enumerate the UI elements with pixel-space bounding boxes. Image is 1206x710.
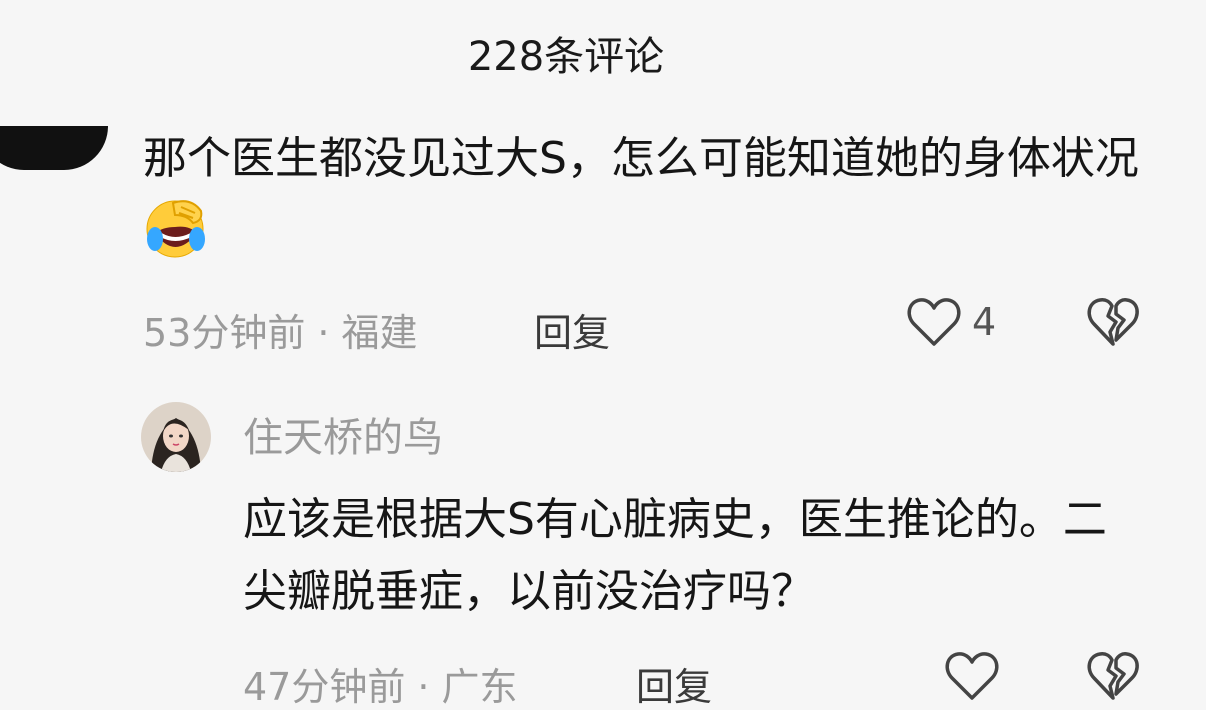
username[interactable]: 住天桥的鸟 bbox=[243, 405, 443, 463]
dislike-broken-heart-icon[interactable] bbox=[1086, 650, 1140, 702]
like-count: 4 bbox=[972, 300, 997, 344]
user-avatar[interactable] bbox=[141, 402, 211, 472]
meta-separator: · bbox=[317, 311, 330, 355]
comment-body: 那个医生都没见过大S，怎么可能知道她的身体状况 bbox=[143, 133, 1139, 184]
heart-icon[interactable] bbox=[944, 650, 1000, 702]
avatar[interactable] bbox=[0, 126, 108, 170]
meta-separator: · bbox=[417, 665, 430, 709]
comment-text: 那个医生都没见过大S，怎么可能知道她的身体状况 bbox=[143, 123, 1153, 269]
comments-count-title: 228条评论 bbox=[467, 34, 665, 80]
reply-meta: 47分钟前 · 广东 bbox=[243, 656, 517, 710]
reply-button[interactable]: 回复 bbox=[534, 302, 610, 357]
laughing-emoji-icon bbox=[143, 195, 209, 261]
comments-page: 228条评论 那个医生都没见过大S，怎么可能知道她的身体状况 53分钟前 · 福建 … bbox=[0, 0, 1206, 710]
dislike-broken-heart-icon[interactable] bbox=[1086, 296, 1140, 348]
reply-location: 广东 bbox=[441, 665, 518, 709]
comment-meta: 53分钟前 · 福建 bbox=[143, 302, 417, 357]
reply-text: 应该是根据大S有心脏病史，医生推论的。二尖瓣脱垂症，以前没治疗吗？ bbox=[243, 494, 1107, 617]
reply-button[interactable]: 回复 bbox=[636, 656, 712, 710]
comment-time: 53分钟前 bbox=[143, 311, 306, 355]
comment-location: 福建 bbox=[341, 311, 418, 355]
reply-time: 47分钟前 bbox=[243, 665, 406, 709]
like-button[interactable]: 4 bbox=[906, 296, 996, 348]
heart-icon bbox=[906, 296, 962, 348]
